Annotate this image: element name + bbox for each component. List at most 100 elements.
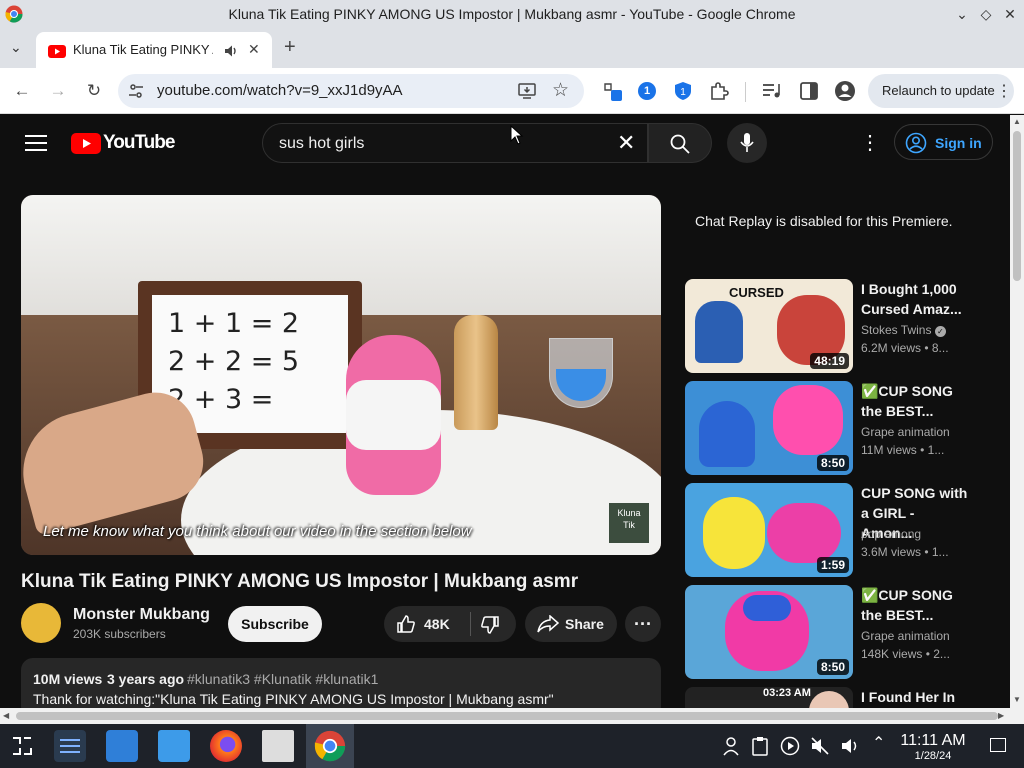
recommendation-thumbnail[interactable]: CURSED 48:19: [685, 279, 853, 373]
search-input[interactable]: sus hot girls ✕: [262, 123, 648, 163]
channel-name[interactable]: Monster Mukbang: [73, 606, 210, 624]
mouse-cursor-icon: [510, 125, 524, 145]
video-duration: 8:50: [816, 659, 849, 675]
recommendation-title[interactable]: I Found Her In: [861, 687, 969, 707]
recommendation-title[interactable]: ✅CUP SONG the BEST...: [861, 585, 969, 625]
media-controls-icon[interactable]: [762, 82, 782, 100]
tab-audio-playing-icon[interactable]: [224, 44, 238, 58]
vertical-scrollbar[interactable]: ▲ ▼: [1010, 115, 1024, 708]
scroll-up-arrow-icon[interactable]: ▲: [1013, 117, 1021, 126]
forward-arrow-icon[interactable]: →: [47, 80, 69, 102]
recommendation-thumbnail[interactable]: 1:59: [685, 483, 853, 577]
video-player[interactable]: 1 + 1 = 2 2 + 2 = 5 2 + 3 = Let me know …: [21, 195, 661, 555]
more-actions-icon[interactable]: ···: [625, 606, 661, 642]
channel-avatar[interactable]: [21, 603, 61, 643]
shield-extension-icon[interactable]: 1: [674, 81, 692, 101]
youtube-logo[interactable]: YouTube: [71, 131, 175, 155]
close-window-button[interactable]: ✕: [1000, 4, 1020, 24]
file-manager-folder-icon[interactable]: [158, 730, 190, 762]
discover-store-icon[interactable]: [106, 730, 138, 762]
svg-text:1: 1: [680, 87, 686, 98]
search-button[interactable]: [648, 123, 712, 163]
relaunch-to-update-button[interactable]: Relaunch to update ⋮: [868, 74, 1014, 108]
dislike-button[interactable]: [471, 606, 516, 642]
thumbnail-figure: [767, 503, 841, 563]
scroll-right-arrow-icon[interactable]: ▶: [998, 711, 1004, 720]
chrome-taskbar-icon[interactable]: [314, 730, 346, 762]
scrollbar-thumb[interactable]: [1013, 131, 1021, 281]
hashtags[interactable]: #klunatik3 #Klunatik #klunatik1: [187, 671, 378, 687]
recommendation-thumbnail[interactable]: 8:50: [685, 585, 853, 679]
new-tab-button[interactable]: +: [284, 36, 296, 59]
recommendation-thumbnail[interactable]: 03:23 AM: [685, 687, 853, 708]
profile-avatar-icon[interactable]: [834, 80, 856, 102]
thumbnail-visor: [743, 595, 791, 621]
volume-tray-icon[interactable]: [840, 736, 860, 756]
description-box[interactable]: 10M views 3 years ago #klunatik3 #Klunat…: [21, 658, 661, 708]
sign-in-button[interactable]: Sign in: [894, 124, 993, 160]
media-player-tray-icon[interactable]: [780, 736, 800, 756]
firefox-icon[interactable]: [210, 730, 242, 762]
microphone-icon: [740, 133, 754, 152]
scroll-down-arrow-icon[interactable]: ▼: [1013, 695, 1021, 704]
clipboard-tray-icon[interactable]: [752, 736, 768, 756]
extension-badge-icon[interactable]: 1: [638, 82, 656, 100]
hamburger-menu-icon[interactable]: [25, 134, 47, 152]
clear-search-icon[interactable]: ✕: [617, 130, 635, 156]
like-dislike-group: 48K: [384, 606, 516, 642]
task-manager-icon[interactable]: [54, 730, 86, 762]
recommendation-channel: pop among: [861, 527, 922, 541]
tray-expand-chevron-icon[interactable]: ⌃: [872, 733, 885, 753]
bookmark-star-icon[interactable]: ☆: [552, 79, 569, 102]
view-count: 10M views: [33, 671, 103, 687]
youtube-logo-text: YouTube: [103, 132, 175, 153]
recommendation-item[interactable]: 1:59 CUP SONG with a GIRL - Amon... pop …: [685, 483, 1005, 577]
site-info-icon[interactable]: [128, 83, 144, 99]
like-count: 48K: [424, 616, 450, 632]
address-bar[interactable]: youtube.com/watch?v=9_xxJ1d9yAA ☆: [118, 74, 584, 108]
channel-watermark[interactable]: Kluna Tik: [609, 503, 649, 543]
horizontal-scrollbar[interactable]: ◀ ▶: [0, 708, 1024, 724]
tab-close-icon[interactable]: ✕: [248, 41, 260, 58]
settings-kebab-icon[interactable]: ⋮: [860, 130, 880, 155]
maximize-button[interactable]: ◇: [976, 4, 996, 24]
thumbnail-figure: [725, 591, 809, 671]
recommendation-title[interactable]: I Bought 1,000 Cursed Amaz...: [861, 279, 969, 319]
user-tray-icon[interactable]: [722, 736, 740, 756]
extension-lens-icon[interactable]: [602, 81, 624, 103]
back-arrow-icon[interactable]: ←: [11, 80, 33, 102]
document-audio-icon[interactable]: [262, 730, 294, 762]
speaker-muted-tray-icon[interactable]: [810, 736, 830, 756]
recommendation-item[interactable]: 03:23 AM I Found Her In: [685, 687, 1005, 708]
like-button[interactable]: 48K: [384, 606, 470, 642]
extensions-puzzle-icon[interactable]: [709, 81, 729, 101]
chrome-menu-kebab-icon[interactable]: ⋮: [996, 81, 1012, 101]
clock-date[interactable]: 1/28/24: [896, 750, 970, 762]
recommendation-item[interactable]: 8:50 ✅CUP SONG the BEST... Grape animati…: [685, 381, 1005, 475]
scroll-left-arrow-icon[interactable]: ◀: [3, 711, 9, 720]
recommendation-thumbnail[interactable]: 8:50: [685, 381, 853, 475]
side-panel-icon[interactable]: [800, 82, 818, 100]
recommendation-item[interactable]: CURSED 48:19 I Bought 1,000 Cursed Amaz.…: [685, 279, 1005, 373]
app-launcher-icon[interactable]: [10, 735, 34, 757]
account-icon: [905, 132, 927, 154]
minimize-button[interactable]: ⌄: [952, 4, 972, 24]
clock-time[interactable]: 11:11 AM: [896, 732, 970, 750]
recommendation-meta: 6.2M views • 8...: [861, 341, 949, 355]
tab-search-chevron-icon[interactable]: ⌄: [10, 39, 22, 56]
thumbs-down-icon: [481, 616, 499, 634]
voice-search-button[interactable]: [727, 123, 767, 163]
recommendation-item[interactable]: 8:50 ✅CUP SONG the BEST... Grape animati…: [685, 585, 1005, 679]
hscrollbar-thumb[interactable]: [16, 712, 998, 720]
watermark-line: Tik: [623, 520, 635, 530]
subscribe-button[interactable]: Subscribe: [228, 606, 322, 642]
show-desktop-icon[interactable]: [990, 738, 1006, 752]
tab-label: Kluna Tik Eating PINKY A: [73, 42, 213, 57]
video-duration: 1:59: [816, 557, 849, 573]
upload-age: 3 years ago: [107, 671, 185, 687]
tab-youtube-video[interactable]: Kluna Tik Eating PINKY A ✕: [36, 32, 272, 68]
recommendation-title[interactable]: ✅CUP SONG the BEST...: [861, 381, 969, 421]
install-app-icon[interactable]: [518, 82, 536, 100]
reload-icon[interactable]: ↻: [83, 80, 105, 102]
share-button[interactable]: Share: [525, 606, 617, 642]
